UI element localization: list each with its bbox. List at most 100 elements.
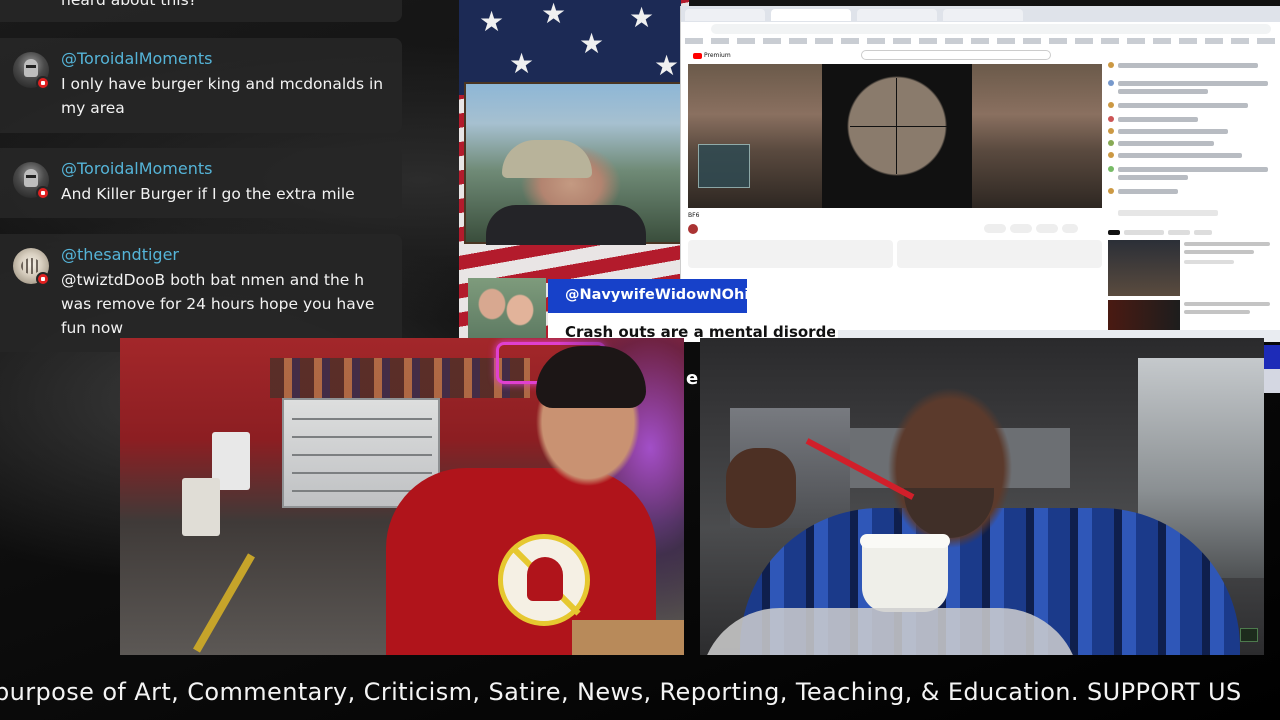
chat-message: @thesandtiger @twiztdDooB both bat nmen … [0, 234, 402, 352]
chat-avatar [1108, 140, 1114, 146]
chat-avatar [1108, 116, 1114, 122]
recommended-video-thumb[interactable] [1108, 300, 1180, 330]
chat-line [1118, 89, 1208, 94]
cardboard-box [572, 620, 684, 655]
chat-avatar [1108, 80, 1114, 86]
address-bar[interactable] [711, 24, 1271, 34]
camo-cap [502, 140, 592, 178]
chat-message-partial: heard about this? [0, 0, 402, 22]
star-icon: ★ [479, 5, 505, 38]
chat-message-text: heard about this? [61, 0, 197, 9]
star-icon: ★ [579, 27, 605, 60]
chat-message: @ToroidalMoments And Killer Burger if I … [0, 148, 402, 218]
chat-line [1118, 81, 1268, 86]
chat-message-text: I only have burger king and mcdonalds in… [61, 75, 384, 117]
youtube-badge-icon [36, 186, 50, 200]
sniper-scope [822, 64, 972, 208]
browser-tab[interactable] [685, 9, 765, 21]
viewer-handle: @NavywifeWidowNOhio [565, 287, 760, 303]
bookmarks-bar [685, 38, 1275, 44]
chat-avatar [1108, 166, 1114, 172]
rec-tab[interactable] [1168, 230, 1190, 235]
chat-line [1118, 141, 1214, 146]
floor-stripe [193, 553, 255, 653]
like-button[interactable] [984, 224, 1006, 233]
recommendation-tabs [1108, 228, 1272, 238]
browser-tab[interactable] [943, 9, 1023, 21]
flag-canton: ★ ★ ★ ★ ★ ★ [459, 0, 681, 95]
chat-line [1118, 129, 1228, 134]
chat-avatar [1108, 188, 1114, 194]
chat-line [1118, 103, 1248, 108]
chat-message-text: And Killer Burger if I go the extra mile [61, 185, 355, 203]
cup-lid [860, 534, 950, 548]
video-description[interactable] [688, 240, 893, 268]
chat-line [1118, 167, 1268, 172]
channel-row [688, 222, 1102, 236]
bucket [182, 478, 220, 536]
chat-author: @ToroidalMoments [61, 159, 213, 178]
youtube-badge-icon [36, 76, 50, 90]
youtube-live-chat [1108, 50, 1272, 220]
star-icon: ★ [629, 1, 655, 34]
recommended-video-title [1184, 310, 1250, 314]
recommended-video-title [1184, 242, 1270, 246]
rec-tab[interactable] [1108, 230, 1120, 235]
rec-tab[interactable] [1194, 230, 1212, 235]
share-button[interactable] [1010, 224, 1032, 233]
host-shirt [486, 205, 646, 245]
cabinet-drawer [292, 418, 432, 420]
youtube-badge-icon [36, 272, 50, 286]
steering-wheel [700, 608, 1080, 655]
star-icon: ★ [509, 47, 535, 80]
cabinet-drawer [292, 436, 432, 438]
webcam-guest-garage [120, 338, 684, 655]
chat-input[interactable] [1118, 210, 1218, 216]
cabinet-drawer [292, 472, 432, 474]
scope-crosshair [850, 126, 950, 127]
browser-tab[interactable] [857, 9, 937, 21]
recommended-video-title [1184, 302, 1270, 306]
chat-line [1118, 189, 1178, 194]
video-title: BF6 [688, 212, 700, 219]
game-minimap [698, 144, 750, 188]
chat-line [1118, 175, 1188, 180]
chat-author: @thesandtiger [61, 245, 179, 264]
chat-line [1118, 117, 1198, 122]
webcam-guest-car [700, 338, 1264, 655]
chat-line [1118, 63, 1258, 68]
cabinet-drawer [292, 454, 432, 456]
chat-avatar [1108, 62, 1114, 68]
no-spartan-logo [498, 534, 590, 626]
guest-hand [726, 448, 796, 528]
browser-tab[interactable] [771, 9, 851, 21]
chat-message: @ToroidalMoments I only have burger king… [0, 38, 402, 133]
chat-avatar [1108, 152, 1114, 158]
chat-message-text: @twiztdDooB both bat nmen and the h was … [61, 271, 375, 337]
scrolling-ticker: purpose of Art, Commentary, Criticism, S… [0, 672, 1280, 716]
live-chat-notice [897, 240, 1102, 268]
star-icon: ★ [541, 0, 567, 30]
tool-shelf [270, 358, 530, 398]
chat-avatar [1108, 102, 1114, 108]
youtube-search-input[interactable] [861, 50, 1051, 60]
chat-avatar [1108, 128, 1114, 134]
chat-line [1118, 153, 1242, 158]
dessert-cup [862, 538, 948, 612]
rec-tab[interactable] [1124, 230, 1164, 235]
recommended-video-title [1184, 250, 1254, 254]
side-banner-char: e [686, 368, 699, 389]
recommended-video-thumb[interactable] [1108, 240, 1180, 296]
more-button[interactable] [1062, 224, 1078, 233]
chat-author: @ToroidalMoments [61, 49, 213, 68]
scope-crosshair [896, 78, 897, 174]
youtube-logo[interactable]: Premium [693, 52, 731, 59]
save-button[interactable] [1036, 224, 1058, 233]
profile-photo [468, 278, 546, 340]
camera-watermark-icon [1240, 628, 1258, 642]
recommended-video-meta [1184, 260, 1234, 264]
ticker-text: purpose of Art, Commentary, Criticism, S… [0, 678, 1242, 706]
channel-avatar[interactable] [688, 224, 698, 234]
side-banner-strip [1264, 345, 1280, 393]
star-icon: ★ [654, 49, 680, 82]
